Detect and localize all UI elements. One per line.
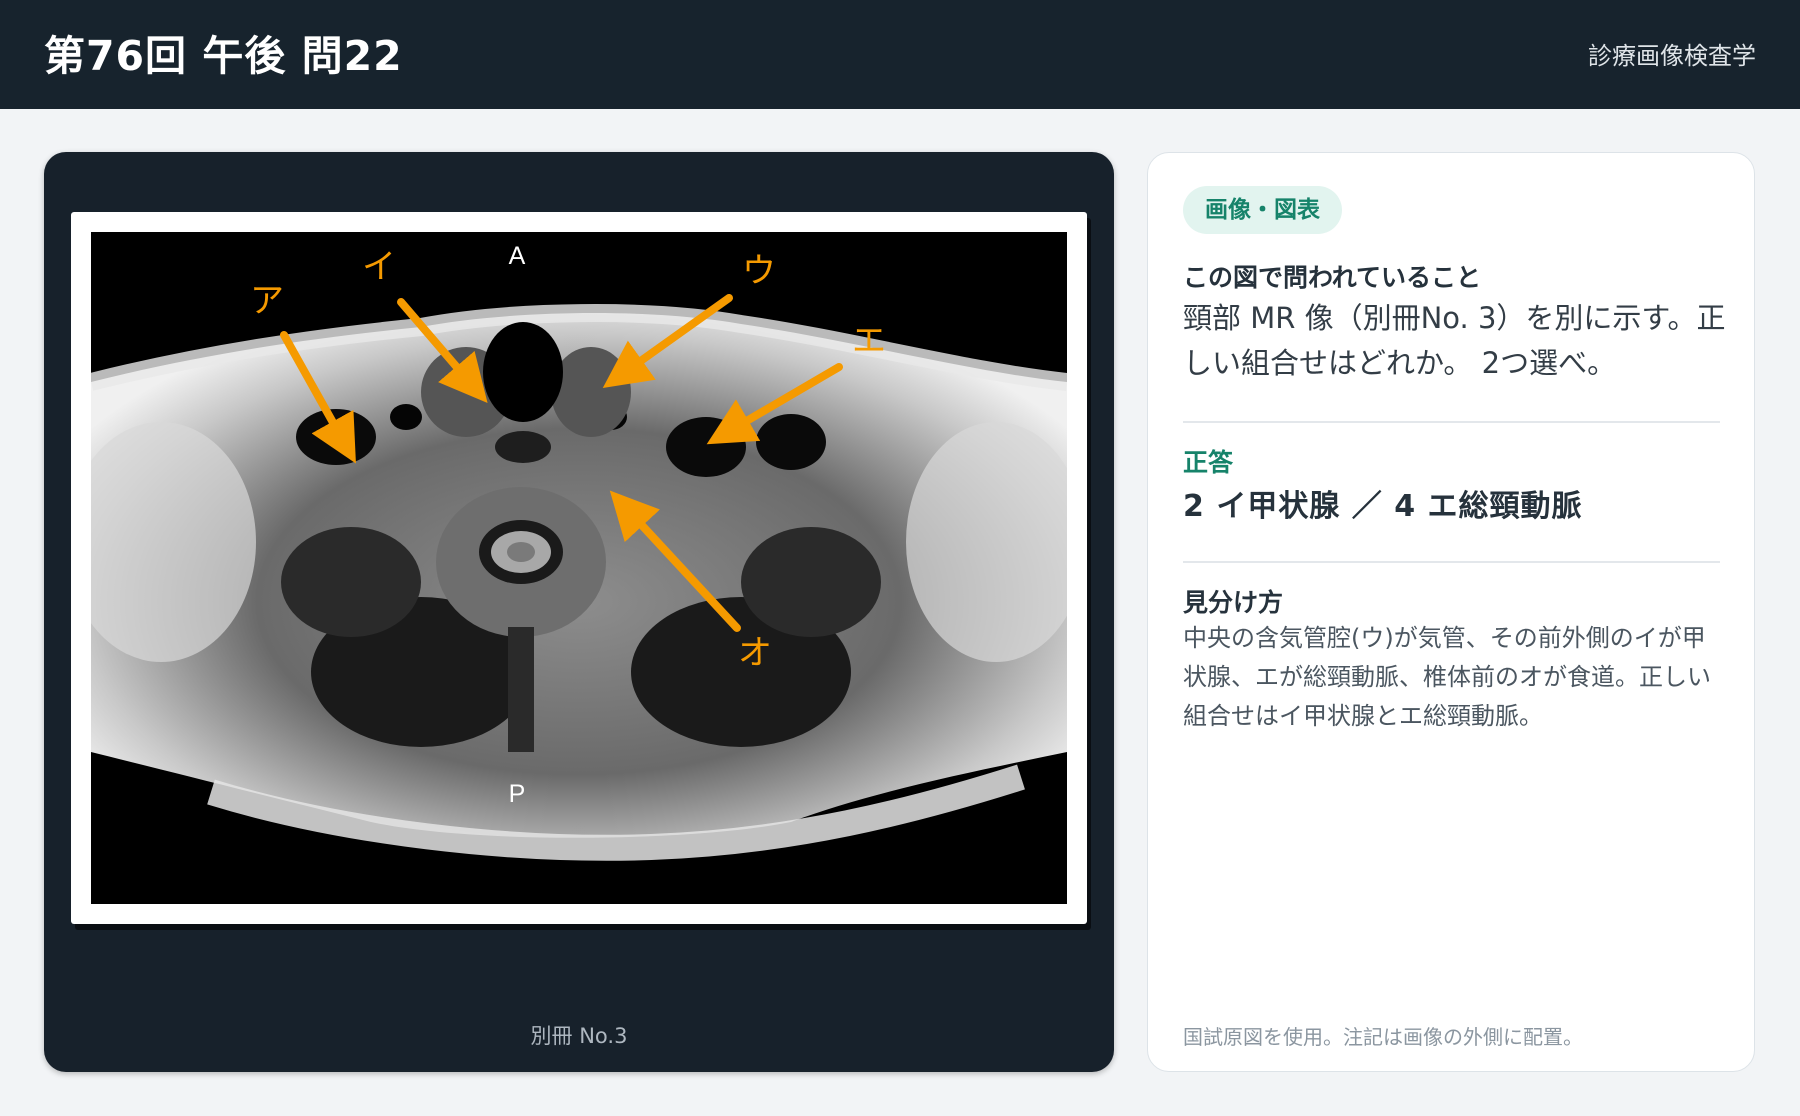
divider <box>1183 421 1720 423</box>
page-title: 第76回 午後 問22 <box>44 32 403 80</box>
category-tag: 画像・図表 <box>1183 186 1342 234</box>
answer-text: 2 イ甲状腺 ／ 4 エ総頸動脈 <box>1183 489 1583 524</box>
label-i: イ <box>362 247 396 287</box>
label-u: ウ <box>742 251 776 291</box>
figure-caption: 別冊 No.3 <box>530 1024 628 1048</box>
label-a: ア <box>250 281 284 321</box>
subject-label: 診療画像検査学 <box>1588 42 1756 70</box>
top-bar: 第76回 午後 問22 診療画像検査学 <box>0 0 1800 109</box>
info-panel: 画像・図表 この図で問われていること 頸部 MR 像（別冊No. 3）を別に示す… <box>1147 152 1755 1072</box>
image-frame: A P ア イ ウ エ オ <box>71 212 1087 924</box>
question-heading: この図で問われていること <box>1183 263 1482 292</box>
label-o: オ <box>738 633 772 673</box>
explanation-text: 中央の含気管腔(ウ)が気管、その前外側のイが甲状腺、エが総頸動脈、椎体前のオが食… <box>1183 624 1711 730</box>
answer-heading: 正答 <box>1183 448 1234 477</box>
image-viewer: A P ア イ ウ エ オ 別冊 No.3 <box>44 152 1114 1072</box>
orientation-label-a: A <box>509 242 526 270</box>
explanation-heading: 見分け方 <box>1183 588 1284 617</box>
divider <box>1183 561 1720 563</box>
footnote: 国試原図を使用。注記は画像の外側に配置。 <box>1183 1025 1583 1049</box>
question-text: 頸部 MR 像（別冊No. 3）を別に示す。正しい組合せはどれか。 2つ選べ。 <box>1183 301 1726 380</box>
orientation-label-p: P <box>509 780 526 808</box>
label-e: エ <box>852 321 886 361</box>
mri-image: A P ア イ ウ エ オ <box>91 232 1067 904</box>
